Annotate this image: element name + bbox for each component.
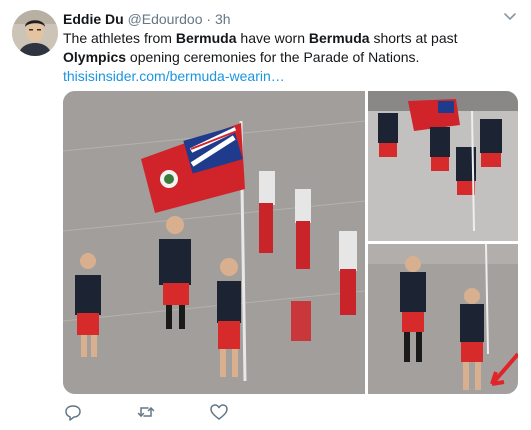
- photo-bottom-right[interactable]: [368, 244, 518, 394]
- tweet-text: The athletes from Bermuda have worn Berm…: [63, 29, 513, 86]
- tweet-text-segment: The athletes from: [63, 30, 176, 46]
- author-handle[interactable]: @Edourdoo: [128, 11, 203, 27]
- photo-top-right[interactable]: [368, 91, 518, 241]
- parade-photo: [368, 244, 518, 394]
- parade-photo: [63, 91, 365, 394]
- tweet-text-segment: have worn: [236, 30, 309, 46]
- reply-icon[interactable]: [63, 402, 83, 422]
- author-avatar[interactable]: [12, 10, 58, 56]
- parade-photo: [368, 91, 518, 241]
- chevron-down-icon[interactable]: [503, 9, 517, 23]
- photo-grid: [63, 91, 518, 394]
- tweet-text-bold: Olympics: [63, 49, 127, 65]
- author-display-name[interactable]: Eddie Du: [63, 11, 124, 27]
- retweet-icon[interactable]: [136, 402, 156, 422]
- tweet-text-segment: opening ceremonies for the Parade of Nat…: [126, 49, 420, 65]
- tweet-timestamp[interactable]: 3h: [215, 11, 231, 27]
- photo-large[interactable]: [63, 91, 365, 394]
- tweet-text-bold: Bermuda: [175, 30, 237, 46]
- tweet-header: Eddie Du @Edourdoo · 3h: [63, 10, 231, 28]
- header-separator: ·: [206, 11, 212, 27]
- tweet-text-segment: shorts at past: [369, 30, 458, 46]
- tweet-text-bold: Bermuda: [308, 30, 370, 46]
- avatar-photo: [12, 10, 58, 56]
- heart-icon[interactable]: [209, 402, 229, 422]
- tweet-card[interactable]: Eddie Du @Edourdoo · 3h The athletes fro…: [0, 0, 531, 430]
- article-link[interactable]: thisisinsider.com/bermuda-wearin…: [63, 68, 285, 84]
